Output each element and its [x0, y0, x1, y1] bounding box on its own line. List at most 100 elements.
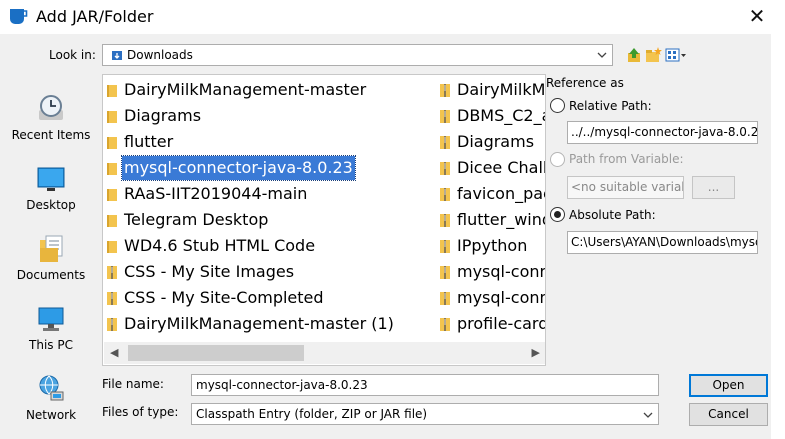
downloads-folder-icon — [112, 51, 122, 60]
file-name-text: mysql-connector-java-8.0.23 — [121, 155, 356, 181]
files-of-type-label: Files of type: — [102, 405, 179, 419]
place-recent-items[interactable]: Recent Items — [9, 82, 93, 148]
zip-file-icon — [440, 136, 450, 149]
cancel-button[interactable]: Cancel — [689, 403, 768, 426]
zip-file-icon — [440, 110, 450, 123]
file-name-text: IPpython — [457, 236, 528, 255]
file-name-text: mysql-conn — [457, 262, 546, 281]
variable-select[interactable]: <no suitable variable> — [567, 176, 684, 199]
relative-path-label[interactable]: Relative Path: — [569, 99, 652, 113]
file-name-text: DairyMilkManagement-master (1) — [124, 314, 394, 333]
file-name-text: DBMS_C2_a — [457, 106, 546, 125]
places-bar: Recent Items Desktop Documents This PC N… — [9, 74, 93, 424]
file-name-input[interactable]: mysql-connector-java-8.0.23 — [191, 374, 659, 396]
zip-file-icon — [440, 214, 450, 227]
file-list-item[interactable]: profile-card- — [436, 312, 545, 336]
file-name-text: Telegram Desktop — [124, 210, 269, 229]
folder-icon — [107, 241, 117, 253]
place-label: Desktop — [26, 198, 76, 212]
recent-items-icon — [39, 95, 63, 120]
file-list-item[interactable]: Telegram Desktop — [103, 208, 433, 232]
scroll-right-icon[interactable]: ▶ — [532, 346, 540, 359]
place-label: This PC — [29, 338, 73, 352]
horizontal-scrollbar[interactable]: ◀ ▶ — [104, 342, 545, 364]
file-name-text: DairyMilkManagement-master — [124, 80, 367, 99]
browse-variable-button[interactable]: ... — [692, 176, 735, 199]
file-name-text: Diagrams — [124, 106, 202, 125]
file-list-item[interactable]: RAaS-IIT2019044-main — [103, 182, 433, 206]
file-list-item[interactable]: mysql-conn — [436, 286, 546, 310]
place-label: Network — [25, 408, 77, 422]
file-name-text: mysql-conn — [457, 288, 546, 307]
place-label: Documents — [16, 268, 86, 282]
file-name-text: WD4.6 Stub HTML Code — [124, 236, 316, 255]
file-list-item[interactable]: CSS - My Site-Completed — [103, 286, 433, 310]
reference-as-label: Reference as — [546, 76, 624, 90]
file-name-text: CSS - My Site Images — [124, 262, 295, 281]
open-button[interactable]: Open — [689, 374, 768, 397]
files-of-type-combo[interactable]: Classpath Entry (folder, ZIP or JAR file… — [191, 403, 659, 425]
chevron-down-icon[interactable] — [642, 408, 654, 422]
file-list-item[interactable]: DBMS_C2_a — [436, 104, 546, 128]
desktop-icon — [37, 167, 65, 191]
folder-icon — [107, 137, 117, 149]
new-folder-icon[interactable] — [645, 46, 663, 64]
folder-icon — [107, 85, 117, 97]
zip-file-icon — [440, 162, 450, 175]
file-name-text: Dicee Challe — [457, 158, 545, 177]
place-desktop[interactable]: Desktop — [9, 152, 93, 218]
file-list-item[interactable]: flutter — [103, 130, 433, 154]
file-list-item[interactable]: Dicee Challe — [436, 156, 545, 180]
zip-file-icon — [440, 266, 450, 279]
file-list-item[interactable]: Diagrams — [436, 130, 545, 154]
path-from-variable-label[interactable]: Path from Variable: — [569, 152, 684, 166]
up-one-level-icon[interactable] — [625, 46, 643, 64]
scroll-left-icon[interactable]: ◀ — [110, 346, 118, 359]
relative-path-radio[interactable] — [550, 98, 565, 113]
absolute-path-field[interactable]: C:\Users\AYAN\Downloads\mysql-connector-… — [567, 231, 758, 254]
title-bar: Add JAR/Folder ✕ — [0, 0, 785, 34]
zip-file-icon — [440, 240, 450, 253]
absolute-path-label[interactable]: Absolute Path: — [569, 208, 656, 222]
look-in-label: Look in: — [49, 48, 96, 62]
folder-icon — [107, 215, 117, 227]
zip-file-icon — [440, 84, 450, 97]
close-icon[interactable]: ✕ — [745, 4, 769, 28]
file-list-item[interactable]: DairyMilkManagement-master — [103, 78, 433, 102]
file-list-item[interactable]: mysql-connector-java-8.0.23 — [103, 155, 433, 181]
place-network[interactable]: Network — [9, 362, 93, 428]
look-in-combo[interactable]: Downloads — [102, 44, 613, 66]
file-name-label: File name: — [102, 377, 164, 391]
file-list-item[interactable]: DairyMilkManagement-master (1) — [103, 312, 433, 336]
place-documents[interactable]: Documents — [9, 222, 93, 288]
file-list-item[interactable]: DairyMilkMa — [436, 78, 546, 102]
file-name-text: DairyMilkMa — [457, 80, 546, 99]
relative-path-field[interactable]: ../../mysql-connector-java-8.0.23 — [567, 121, 758, 144]
file-list-item[interactable]: flutter_wind — [436, 208, 545, 232]
zip-file-icon — [440, 318, 450, 331]
file-name-text: CSS - My Site-Completed — [124, 288, 324, 307]
absolute-path-radio[interactable] — [550, 207, 565, 222]
file-list-item[interactable]: favicon_pacl — [436, 182, 545, 206]
file-list-item[interactable]: WD4.6 Stub HTML Code — [103, 234, 433, 258]
file-list-item[interactable]: IPpython — [436, 234, 545, 258]
window-title: Add JAR/Folder — [36, 7, 154, 26]
zip-file-icon — [107, 292, 117, 305]
place-this-pc[interactable]: This PC — [9, 292, 93, 358]
file-list-item[interactable]: Diagrams — [103, 104, 433, 128]
file-list-item[interactable]: CSS - My Site Images — [103, 260, 433, 284]
zip-file-icon — [107, 318, 117, 331]
place-label: Recent Items — [11, 128, 91, 142]
scrollbar-thumb[interactable] — [128, 345, 304, 361]
path-from-variable-radio[interactable] — [550, 152, 565, 167]
file-list-item[interactable]: mysql-conn — [436, 260, 546, 284]
folder-icon — [107, 111, 117, 123]
folder-icon — [107, 163, 117, 175]
view-menu-icon[interactable] — [665, 46, 687, 64]
zip-file-icon — [440, 188, 450, 201]
zip-file-icon — [440, 292, 450, 305]
file-name-text: RAaS-IIT2019044-main — [124, 184, 308, 203]
file-name-text: Diagrams — [457, 132, 535, 151]
chevron-down-icon[interactable] — [596, 48, 608, 62]
file-list[interactable]: DairyMilkManagement-master Diagrams flutte… — [102, 74, 546, 366]
